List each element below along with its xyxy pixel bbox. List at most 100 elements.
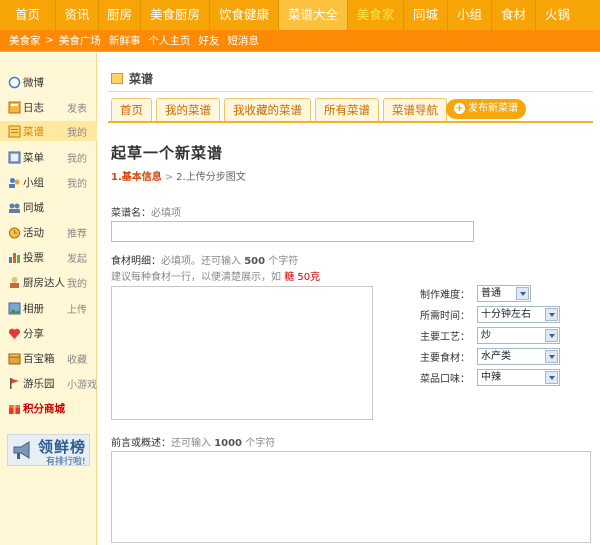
- label-hint: 必填项。还可输入: [161, 256, 241, 267]
- sidebar-item-album[interactable]: 相册 上传: [0, 298, 97, 318]
- sidebar-sub-link[interactable]: 我的: [67, 175, 87, 190]
- subnav-gourmet[interactable]: 美食家: [9, 33, 41, 48]
- nav-diet-health[interactable]: 饮食健康: [210, 0, 278, 30]
- nav-kitchen[interactable]: 厨房: [99, 0, 140, 30]
- sidebar-item-label: 微博: [23, 76, 44, 89]
- flavor-select[interactable]: 中辣: [477, 368, 560, 386]
- sidebar-sub-link[interactable]: 小游戏: [67, 376, 97, 391]
- sidebar-item-label: 相册: [23, 302, 44, 315]
- nav-gourmet[interactable]: 美食家: [348, 0, 403, 30]
- menu-icon: [8, 151, 21, 164]
- sidebar-item-vote[interactable]: 投票 发起: [0, 247, 97, 267]
- char-count: 500: [244, 256, 266, 267]
- plus-icon: +: [454, 103, 465, 114]
- flavor-field: 菜品口味： 中辣: [420, 368, 570, 386]
- selected-value: 普通: [481, 287, 501, 299]
- megaphone-icon: [11, 439, 33, 461]
- flag-icon: [8, 377, 21, 390]
- sidebar-sub-link[interactable]: 我的: [67, 275, 87, 290]
- sidebar-item-events[interactable]: 活动 推荐: [0, 222, 97, 242]
- tab-home[interactable]: 首页: [111, 98, 152, 122]
- chevron-down-icon: [545, 328, 558, 342]
- subnav-fresh[interactable]: 新鲜事: [109, 33, 141, 48]
- label-hint: 必填项: [151, 208, 181, 219]
- time-select[interactable]: 十分钟左右: [477, 305, 560, 323]
- nav-recipes[interactable]: 菜谱大全: [279, 0, 347, 30]
- nav-food-kitchen[interactable]: 美食厨房: [141, 0, 209, 30]
- label-text: 食材明细：: [111, 256, 161, 267]
- sidebar-item-treasure[interactable]: 百宝箱 收藏: [0, 348, 97, 368]
- heart-icon: [8, 327, 21, 340]
- sidebar-sub-link[interactable]: 发表: [67, 100, 87, 115]
- subnav-homepage[interactable]: 个人主页: [148, 33, 190, 48]
- leaderboard-banner[interactable]: 领鲜榜 有排行啦!: [7, 434, 90, 467]
- divider: [108, 91, 593, 92]
- selected-value: 水产类: [481, 350, 511, 362]
- treasure-box-icon: [8, 352, 21, 365]
- nav-city[interactable]: 同城: [404, 0, 447, 30]
- sidebar-item-label: 分享: [23, 327, 44, 340]
- selected-value: 炒: [481, 329, 491, 341]
- tab-recipe-nav[interactable]: 菜谱导航: [383, 98, 447, 122]
- sidebar-item-label: 菜谱: [23, 125, 44, 138]
- group-icon: [8, 176, 21, 189]
- selected-value: 中辣: [481, 371, 501, 383]
- main-ingredient-select[interactable]: 水产类: [477, 347, 560, 365]
- label-hint: 个字符: [245, 438, 276, 449]
- tab-my-recipes[interactable]: 我的菜谱: [156, 98, 220, 122]
- nav-groups[interactable]: 小组: [448, 0, 491, 30]
- sidebar-item-points-mall[interactable]: 积分商城: [0, 398, 97, 418]
- sidebar-item-recipes[interactable]: 菜谱 我的: [0, 121, 97, 141]
- sidebar-item-city[interactable]: 同城: [0, 197, 97, 217]
- subnav-messages[interactable]: 短消息: [227, 33, 259, 48]
- sidebar-item-playground[interactable]: 游乐园 小游戏: [0, 373, 97, 393]
- selected-value: 十分钟左右: [481, 308, 531, 320]
- sidebar-item-masters[interactable]: 厨房达人 我的: [0, 272, 97, 292]
- sidebar-sub-link[interactable]: 我的: [67, 124, 87, 139]
- char-count: 1000: [214, 438, 243, 449]
- step-indicator: 1.基本信息 >2.上传分步图文: [111, 168, 246, 183]
- sidebar-sub-link[interactable]: 推荐: [67, 225, 87, 240]
- sidebar-item-groups[interactable]: 小组 我的: [0, 172, 97, 192]
- sidebar-sub-link[interactable]: 上传: [67, 301, 87, 316]
- sidebar-sub-link[interactable]: 发起: [67, 250, 87, 265]
- nav-hotpot[interactable]: 火锅: [536, 0, 579, 30]
- label-hint: 个字符: [268, 256, 299, 267]
- tab-all-recipes[interactable]: 所有菜谱: [315, 98, 379, 122]
- ingredients-label: 食材明细：必填项。还可输入 500 个字符: [111, 252, 298, 267]
- sidebar-item-label: 厨房达人: [23, 276, 65, 289]
- flavor-label: 菜品口味：: [420, 373, 470, 385]
- sidebar-sub-link[interactable]: 我的: [67, 150, 87, 165]
- technique-select[interactable]: 炒: [477, 326, 560, 344]
- difficulty-label: 制作难度：: [420, 289, 470, 301]
- subnav-friends[interactable]: 好友: [198, 33, 219, 48]
- intro-textarea[interactable]: [111, 451, 591, 543]
- sidebar-sub-link[interactable]: 收藏: [67, 351, 87, 366]
- intro-label: 前言或概述：还可输入 1000 个字符: [111, 434, 275, 449]
- sidebar-item-blog[interactable]: 日志 发表: [0, 97, 97, 117]
- nav-news[interactable]: 资讯: [56, 0, 98, 30]
- sidebar: 微博 日志 发表 菜谱 我的 菜单 我的 小组 我的 同城 活动 推荐 投票 发…: [0, 53, 97, 545]
- sidebar-item-weibo[interactable]: 微博: [0, 72, 97, 92]
- nav-home[interactable]: 首页: [0, 0, 55, 30]
- difficulty-select[interactable]: 普通: [477, 284, 531, 302]
- sidebar-item-share[interactable]: 分享: [0, 323, 97, 343]
- step-arrow: >: [164, 172, 174, 183]
- publish-recipe-button[interactable]: + 发布新菜谱: [446, 99, 526, 119]
- tabs-underline: [108, 121, 593, 123]
- alarm-clock-icon: [8, 226, 21, 239]
- subnav-plaza[interactable]: 美食广场: [59, 33, 101, 48]
- main-ingredient-label: 主要食材：: [420, 352, 470, 364]
- chevron-down-icon: [545, 370, 558, 384]
- recipe-name-input[interactable]: [111, 221, 474, 242]
- tab-favorites[interactable]: 我收藏的菜谱: [224, 98, 311, 122]
- chevron-down-icon: [545, 349, 558, 363]
- ingredients-textarea[interactable]: [111, 286, 373, 420]
- technique-label: 主要工艺：: [420, 331, 470, 343]
- gift-icon: [8, 402, 21, 415]
- nav-ingredients[interactable]: 食材: [492, 0, 535, 30]
- bar-chart-icon: [8, 251, 21, 264]
- sidebar-item-menu[interactable]: 菜单 我的: [0, 147, 97, 167]
- difficulty-field: 制作难度： 普通: [420, 284, 570, 302]
- breadcrumb-arrow: >: [45, 35, 54, 46]
